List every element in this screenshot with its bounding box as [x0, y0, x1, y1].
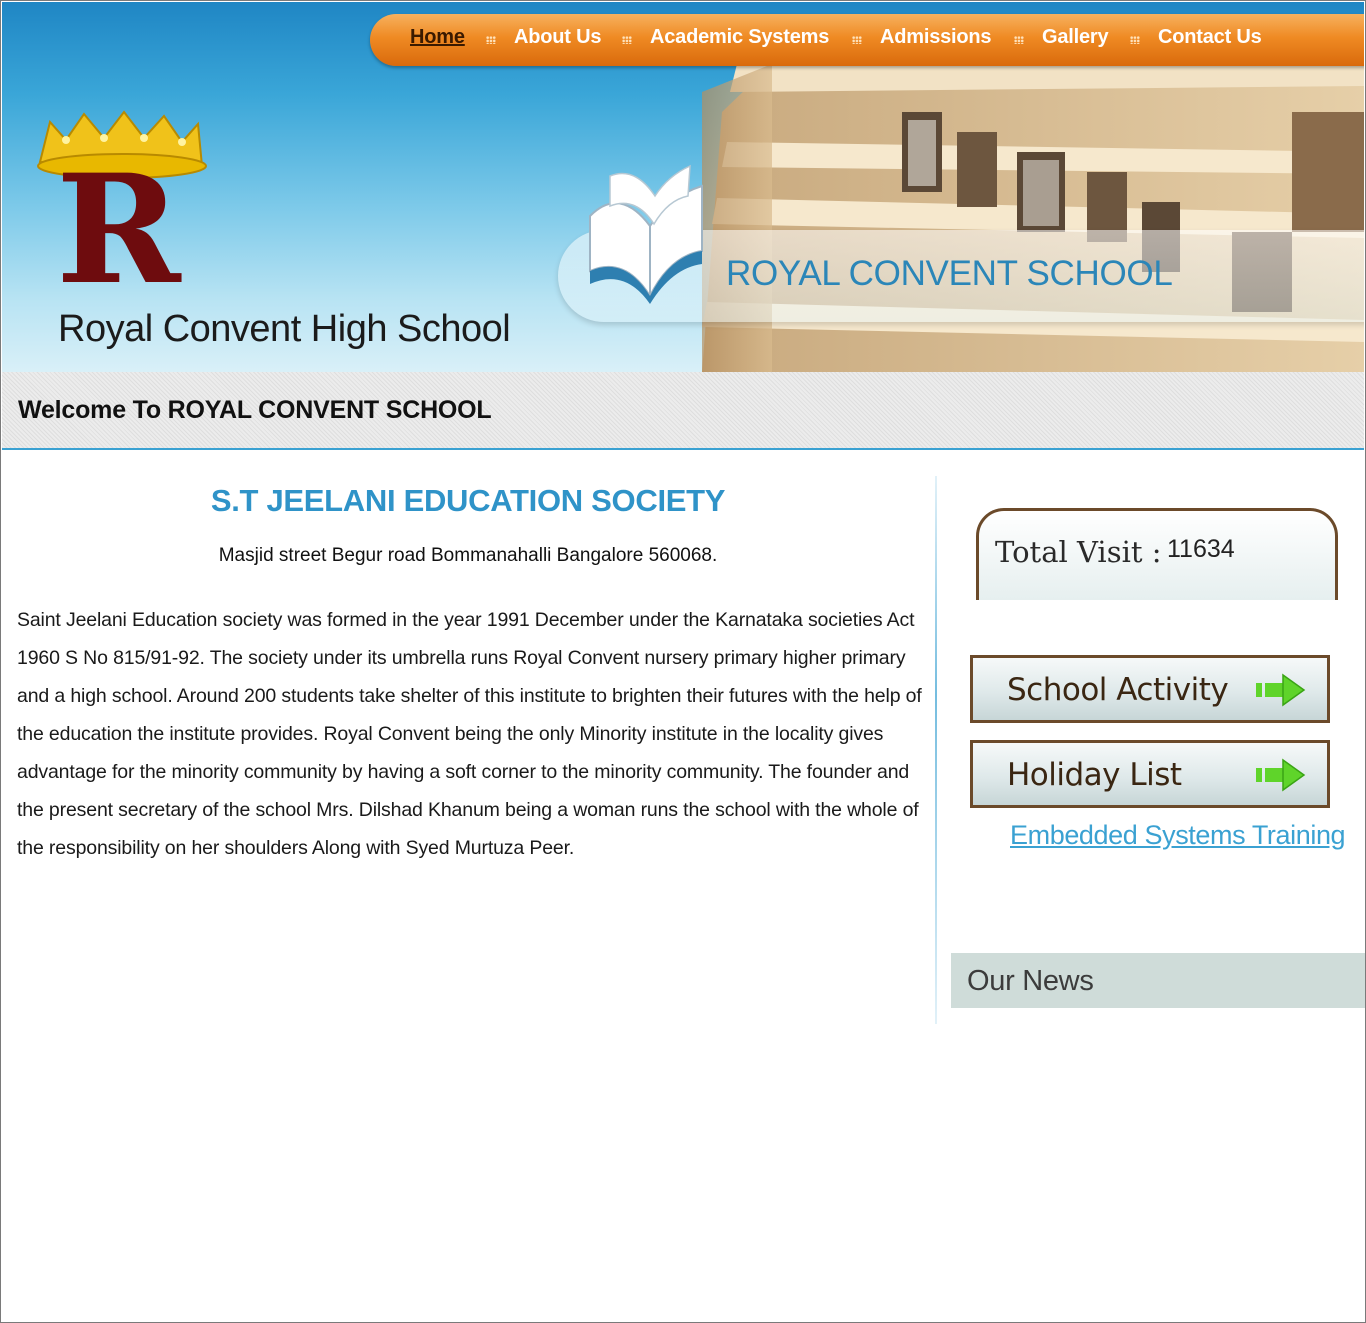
nav-separator-icon	[1130, 36, 1140, 44]
nav-separator-icon	[1014, 36, 1024, 44]
visit-counter-label: Total Visit :	[995, 535, 1162, 569]
welcome-heading: Welcome To ROYAL CONVENT SCHOOL	[18, 396, 492, 424]
nav-separator-icon	[852, 36, 862, 44]
our-news-title: Our News	[967, 965, 1094, 997]
society-description: Saint Jeelani Education society was form…	[17, 609, 922, 859]
green-arrow-icon	[1256, 758, 1306, 792]
school-crown-logo-icon: R	[37, 110, 207, 290]
banner-title: ROYAL CONVENT SCHOOL	[726, 254, 1173, 293]
school-activity-label: School Activity	[1007, 672, 1229, 708]
holiday-list-label: Holiday List	[1007, 757, 1182, 793]
nav-item-admissions[interactable]: Admissions	[880, 26, 992, 49]
open-book-icon	[589, 164, 703, 304]
embedded-systems-training-link[interactable]: Embedded Systems Training	[1010, 820, 1346, 851]
visit-counter-box: Total Visit : 11634	[976, 508, 1338, 600]
society-title: S.T JEELANI EDUCATION SOCIETY	[210, 483, 726, 518]
green-arrow-icon	[1256, 673, 1306, 707]
nav-separator-icon	[486, 36, 496, 44]
nav-separator-icon	[622, 36, 632, 44]
logo-school-name: Royal Convent High School	[58, 308, 511, 350]
column-divider	[935, 476, 937, 1024]
nav-item-home[interactable]: Home	[410, 26, 465, 49]
nav-item-about-us[interactable]: About Us	[514, 26, 601, 49]
welcome-bar: Welcome To ROYAL CONVENT SCHOOL	[2, 372, 1364, 450]
school-activity-button[interactable]: School Activity	[970, 655, 1330, 723]
nav-item-contact-us[interactable]: Contact Us	[1158, 26, 1262, 49]
our-news-header: Our News	[951, 953, 1365, 1008]
logo-letter: R	[56, 142, 182, 290]
holiday-list-button[interactable]: Holiday List	[970, 740, 1330, 808]
header-banner: Home About Us Academic Systems Admissions Ga…	[2, 2, 1364, 372]
nav-item-academic-systems[interactable]: Academic Systems	[650, 26, 829, 49]
visit-counter-value: 11634	[1167, 535, 1235, 563]
society-address: Masjid street Begur road Bommanahalli Ba…	[218, 545, 718, 566]
nav-item-gallery[interactable]: Gallery	[1042, 26, 1109, 49]
